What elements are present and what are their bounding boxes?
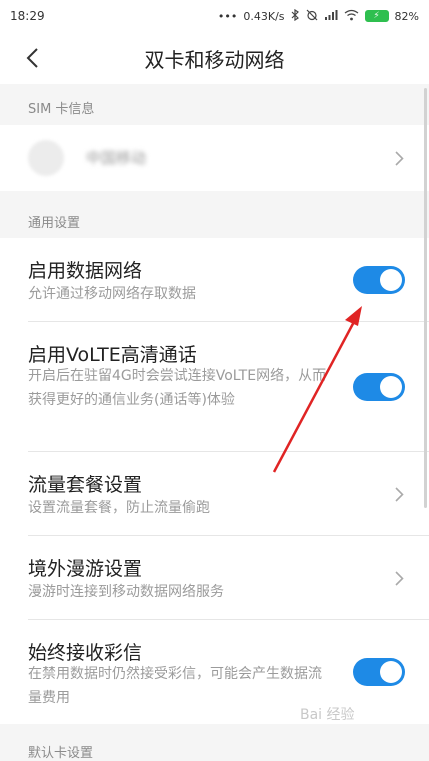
net-speed: 0.43K/s	[243, 9, 285, 23]
battery-icon: ⚡	[364, 10, 389, 22]
app-header: 双卡和移动网络	[0, 32, 429, 84]
battery-percent: 82%	[394, 9, 419, 23]
status-bar: 18:29 ••• 0.43K/s ⚡ 82%	[0, 0, 429, 32]
toggle-knob	[380, 269, 402, 291]
chevron-right-icon	[391, 150, 407, 166]
setting-roaming[interactable]: 境外漫游设置 漫游时连接到移动数据网络服务	[0, 536, 429, 620]
setting-title: 流量套餐设置	[28, 474, 143, 496]
chevron-left-icon	[26, 48, 38, 68]
setting-mobile-data[interactable]: 启用数据网络 允许通过移动网络存取数据	[0, 238, 429, 322]
page-title: 双卡和移动网络	[144, 47, 285, 72]
chevron-right-icon	[391, 486, 407, 502]
setting-subtitle: 允许通过移动网络存取数据	[28, 286, 196, 302]
signal-icon	[324, 9, 338, 24]
sim-avatar	[28, 140, 64, 176]
status-icons: ••• 0.43K/s ⚡ 82%	[217, 8, 419, 24]
scrollbar[interactable]	[424, 88, 427, 508]
volte-toggle[interactable]	[353, 373, 405, 401]
toggle-knob	[380, 661, 402, 683]
setting-title: 启用VoLTE高清通话	[28, 344, 197, 366]
setting-subtitle: 漫游时连接到移动数据网络服务	[28, 584, 224, 600]
sim-card-item[interactable]: 中国移动	[0, 125, 429, 191]
setting-subtitle: 在禁用数据时仍然接受彩信，可能会产生数据流量费用	[28, 666, 322, 706]
chevron-right-icon	[391, 570, 407, 586]
sim-carrier-name: 中国移动	[86, 149, 147, 167]
setting-subtitle: 设置流量套餐，防止流量偷跑	[28, 500, 210, 516]
setting-title: 境外漫游设置	[28, 558, 143, 580]
section-label-general: 通用设置	[28, 216, 81, 231]
setting-volte[interactable]: 启用VoLTE高清通话 开启后在驻留4G时会尝试连接VoLTE网络，从而获得更好…	[0, 322, 429, 452]
bluetooth-icon	[291, 8, 300, 24]
watermark-logo: Bai 经验	[300, 707, 355, 723]
section-label-sim: SIM 卡信息	[28, 102, 95, 117]
setting-mms[interactable]: 始终接收彩信 在禁用数据时仍然接受彩信，可能会产生数据流量费用	[0, 620, 429, 724]
alarm-off-icon	[306, 9, 318, 24]
wifi-icon	[344, 9, 359, 24]
setting-subtitle: 开启后在驻留4G时会尝试连接VoLTE网络，从而获得更好的通信业务(通话等)体验	[28, 368, 327, 408]
section-label-default: 默认卡设置	[28, 746, 94, 761]
more-dots-icon: •••	[217, 9, 238, 23]
toggle-knob	[380, 376, 402, 398]
mobile-data-toggle[interactable]	[353, 266, 405, 294]
status-time: 18:29	[10, 9, 45, 23]
mms-toggle[interactable]	[353, 658, 405, 686]
setting-data-plan[interactable]: 流量套餐设置 设置流量套餐，防止流量偷跑	[0, 452, 429, 536]
setting-title: 启用数据网络	[28, 260, 143, 282]
setting-title: 始终接收彩信	[28, 642, 143, 664]
back-button[interactable]	[18, 44, 46, 72]
